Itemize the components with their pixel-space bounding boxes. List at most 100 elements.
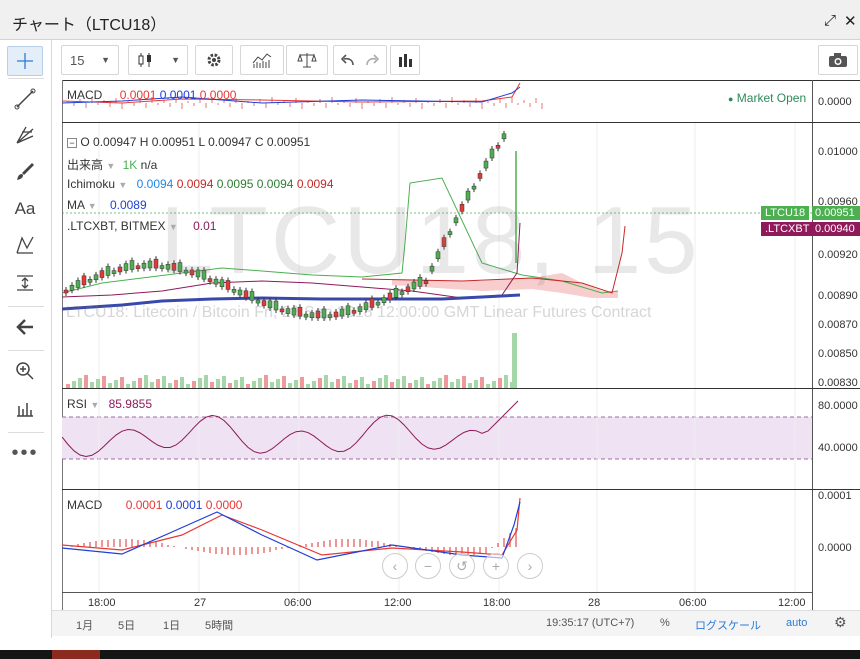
volume-bar — [384, 375, 388, 388]
zoom-in-button[interactable]: + — [483, 553, 509, 579]
volume-bar — [258, 378, 262, 388]
volume-bar — [144, 375, 148, 388]
time-tick: 27 — [194, 597, 207, 609]
log-scale-toggle[interactable]: ログスケール — [695, 617, 761, 633]
zoom-icon[interactable] — [7, 356, 43, 386]
volume-bar — [462, 376, 466, 388]
candle-body — [81, 275, 87, 286]
ohlc-legend: − O 0.00947 H 0.00951 L 0.00947 C 0.0095… — [67, 135, 310, 149]
crosshair-icon[interactable] — [7, 46, 43, 76]
time-axis: 18:00 27 06:00 12:00 18:00 28 06:00 12:0… — [62, 592, 812, 610]
compare-legend: .LTCXBT, BITMEX ▼ 0.01 — [67, 219, 217, 233]
settings-icon — [207, 53, 221, 67]
volume-bar — [480, 377, 484, 388]
time-tick: 06:00 — [284, 597, 312, 609]
auto-scale-toggle[interactable]: auto — [786, 617, 807, 629]
volume-bar — [318, 378, 322, 388]
bottom-macd-legend: MACD 0.0001 0.0001 0.0000 — [67, 498, 243, 512]
volume-bar — [372, 381, 376, 388]
volume-bar — [276, 379, 280, 388]
volume-spike — [512, 333, 517, 388]
settings-icon[interactable]: ⚙ — [834, 614, 847, 631]
pattern-icon[interactable] — [7, 230, 43, 260]
close-icon[interactable]: ✕ — [844, 12, 857, 30]
measure-icon[interactable] — [7, 268, 43, 298]
volume-bar — [138, 378, 142, 388]
candle-body — [483, 160, 489, 169]
expand-icon[interactable]: ⤢ — [824, 12, 836, 29]
compare-button[interactable] — [286, 45, 328, 75]
volume-bar — [156, 379, 160, 388]
bar-chart-button[interactable] — [390, 45, 420, 75]
text-icon[interactable]: Aa — [7, 194, 43, 224]
camera-icon — [829, 53, 847, 67]
interval-select[interactable]: 15 ▼ — [61, 45, 119, 75]
volume-bar — [216, 379, 220, 388]
candle-body — [489, 148, 495, 159]
volume-bar — [336, 379, 340, 388]
chart-toolbar: 15 ▼ ▼ — [52, 40, 860, 80]
range-5d[interactable]: 5日 — [118, 617, 135, 633]
range-5h[interactable]: 5時間 — [205, 617, 233, 633]
macd-value-3: 0.0000 — [199, 88, 237, 102]
market-status: ● Market Open — [728, 91, 807, 105]
top-macd-axis-label: 0.0000 — [818, 96, 852, 108]
candle-body — [477, 173, 483, 179]
volume-bar — [234, 380, 238, 388]
indicators-icon — [252, 53, 272, 68]
volume-bar — [102, 376, 106, 388]
candles-icon — [138, 53, 151, 67]
undo-redo-group[interactable] — [333, 45, 387, 75]
collapse-icon[interactable]: − — [67, 137, 77, 148]
indicators-button[interactable] — [240, 45, 284, 75]
price-tick: 0.00890 — [818, 290, 858, 302]
top-macd-legend: MACD 0.0001 0.0001 0.0000 — [67, 88, 236, 102]
reset-button[interactable]: ↺ — [449, 553, 475, 579]
interval-value: 15 — [70, 52, 85, 68]
volume-bar — [498, 378, 502, 388]
chevron-down-icon: ▼ — [101, 55, 110, 65]
candle-body — [153, 258, 159, 269]
rsi-legend: RSI ▼ 85.9855 — [67, 397, 153, 411]
volume-bar — [354, 380, 358, 388]
fib-icon[interactable] — [7, 120, 43, 150]
snapshot-button[interactable] — [818, 45, 858, 75]
range-1m[interactable]: 1月 — [76, 617, 93, 633]
ltcu18-badge-value: 0.00951 — [812, 206, 860, 220]
settings-button[interactable] — [195, 45, 233, 75]
volume-bar — [174, 380, 178, 388]
candle-body — [255, 299, 261, 304]
scroll-right-button[interactable]: › — [517, 553, 543, 579]
rsi-band — [62, 417, 812, 459]
volume-bar — [204, 375, 208, 388]
candle-body — [105, 266, 111, 276]
ruler-icon[interactable] — [7, 394, 43, 424]
volume-bar — [474, 380, 478, 388]
brush-icon[interactable] — [7, 156, 43, 186]
chart-type-select[interactable]: ▼ — [128, 45, 188, 75]
macd-value-2: 0.0001 — [159, 88, 197, 102]
rsi-tick: 40.0000 — [818, 442, 858, 454]
back-arrow-icon[interactable] — [7, 312, 43, 342]
ltcu18-badge-name: LTCU18 — [761, 206, 810, 220]
candle-body — [63, 289, 69, 294]
range-1d[interactable]: 1日 — [163, 617, 180, 633]
volume-bar — [456, 379, 460, 388]
volume-bar — [300, 377, 304, 388]
trendline-icon[interactable] — [7, 84, 43, 114]
candle-body — [129, 260, 135, 270]
candle-body — [99, 270, 105, 278]
scroll-left-button[interactable]: ‹ — [382, 553, 408, 579]
percent-toggle[interactable]: % — [660, 617, 670, 629]
chevron-down-icon: ▼ — [171, 55, 180, 65]
clock: 19:35:17 (UTC+7) — [546, 617, 635, 629]
volume-bar — [294, 380, 298, 388]
more-icon[interactable]: ••• — [7, 438, 43, 468]
volume-bar — [432, 381, 436, 388]
zoom-out-button[interactable]: − — [415, 553, 441, 579]
volume-bar — [198, 378, 202, 388]
candle-body — [501, 133, 507, 140]
status-dot-icon: ● — [728, 94, 734, 104]
volume-bar — [438, 378, 442, 388]
macd-tick: 0.0000 — [818, 542, 852, 554]
